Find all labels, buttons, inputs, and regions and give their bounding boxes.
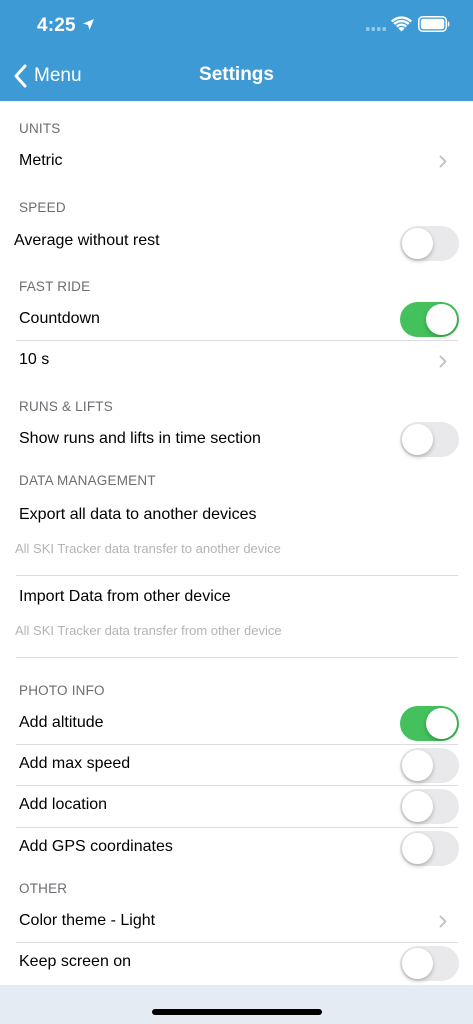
battery-icon bbox=[418, 16, 450, 32]
settings-screen: 4:25 Menu Settings UNITS Metric SPEED Av… bbox=[0, 0, 473, 1024]
row-label: Add location bbox=[19, 796, 108, 813]
toggle-knob bbox=[426, 304, 457, 335]
add-gps-coordinates-toggle[interactable] bbox=[400, 831, 459, 866]
add-altitude-toggle[interactable] bbox=[400, 706, 459, 741]
chevron-right-icon bbox=[439, 355, 447, 368]
chevron-right-icon bbox=[439, 155, 447, 168]
page-title: Settings bbox=[199, 64, 274, 85]
divider bbox=[16, 657, 458, 658]
row-label: Show runs and lifts in time section bbox=[19, 430, 261, 447]
row-label: Color theme - Light bbox=[19, 912, 156, 929]
row-average-without-rest: Average without rest bbox=[0, 221, 473, 265]
row-add-gps-coordinates: Add GPS coordinates bbox=[0, 828, 473, 869]
row-label: Average without rest bbox=[14, 232, 160, 249]
row-label: Countdown bbox=[19, 310, 100, 327]
add-location-toggle[interactable] bbox=[400, 789, 459, 824]
toggle-knob bbox=[402, 833, 433, 864]
section-header-data-management: DATA MANAGEMENT bbox=[19, 473, 156, 488]
bottom-bar bbox=[0, 985, 473, 1024]
row-subtitle: All SKI Tracker data transfer to another… bbox=[15, 541, 281, 556]
section-header-runs-lifts: RUNS & LIFTS bbox=[19, 399, 113, 414]
toggle-knob bbox=[402, 791, 433, 822]
chevron-right-icon bbox=[439, 915, 447, 928]
add-max-speed-toggle[interactable] bbox=[400, 748, 459, 783]
countdown-toggle[interactable] bbox=[400, 302, 459, 337]
keep-screen-on-toggle[interactable] bbox=[400, 946, 459, 981]
section-header-other: OTHER bbox=[19, 881, 68, 896]
section-header-speed: SPEED bbox=[19, 200, 66, 215]
row-keep-screen-on: Keep screen on bbox=[0, 943, 473, 984]
row-units-metric[interactable]: Metric bbox=[0, 141, 473, 181]
row-export-data[interactable]: Export all data to another devices All S… bbox=[0, 494, 473, 575]
row-label: Add altitude bbox=[19, 714, 104, 731]
row-label: 10 s bbox=[19, 351, 50, 368]
show-runs-lifts-toggle[interactable] bbox=[400, 422, 459, 457]
row-add-location: Add location bbox=[0, 786, 473, 827]
home-indicator[interactable] bbox=[152, 1009, 322, 1015]
section-header-units: UNITS bbox=[19, 121, 61, 136]
row-label: Metric bbox=[19, 152, 63, 169]
row-label: Export all data to another devices bbox=[19, 506, 257, 523]
row-label: Keep screen on bbox=[19, 953, 132, 970]
row-label: Add max speed bbox=[19, 755, 131, 772]
row-import-data[interactable]: Import Data from other device All SKI Tr… bbox=[0, 576, 473, 657]
average-without-rest-toggle[interactable] bbox=[400, 226, 459, 261]
section-header-fast-ride: FAST RIDE bbox=[19, 279, 91, 294]
toggle-knob bbox=[402, 948, 433, 979]
row-label: Add GPS coordinates bbox=[19, 838, 173, 855]
row-add-altitude: Add altitude bbox=[0, 703, 473, 744]
toggle-knob bbox=[402, 750, 433, 781]
row-show-runs-lifts: Show runs and lifts in time section bbox=[0, 419, 473, 461]
toggle-knob bbox=[402, 424, 433, 455]
row-color-theme[interactable]: Color theme - Light bbox=[0, 901, 473, 942]
toggle-knob bbox=[426, 708, 457, 739]
signal-icon bbox=[366, 27, 386, 31]
row-add-max-speed: Add max speed bbox=[0, 745, 473, 785]
wifi-icon bbox=[391, 16, 412, 32]
row-countdown-seconds[interactable]: 10 s bbox=[0, 341, 473, 381]
row-countdown: Countdown bbox=[0, 299, 473, 340]
row-label: Import Data from other device bbox=[19, 588, 231, 605]
row-subtitle: All SKI Tracker data transfer from other… bbox=[15, 623, 282, 638]
toggle-knob bbox=[402, 228, 433, 259]
section-header-photo-info: PHOTO INFO bbox=[19, 683, 105, 698]
nav-header: 4:25 Menu Settings bbox=[0, 0, 473, 101]
location-arrow-icon bbox=[83, 19, 94, 30]
status-time: 4:25 bbox=[37, 15, 76, 36]
